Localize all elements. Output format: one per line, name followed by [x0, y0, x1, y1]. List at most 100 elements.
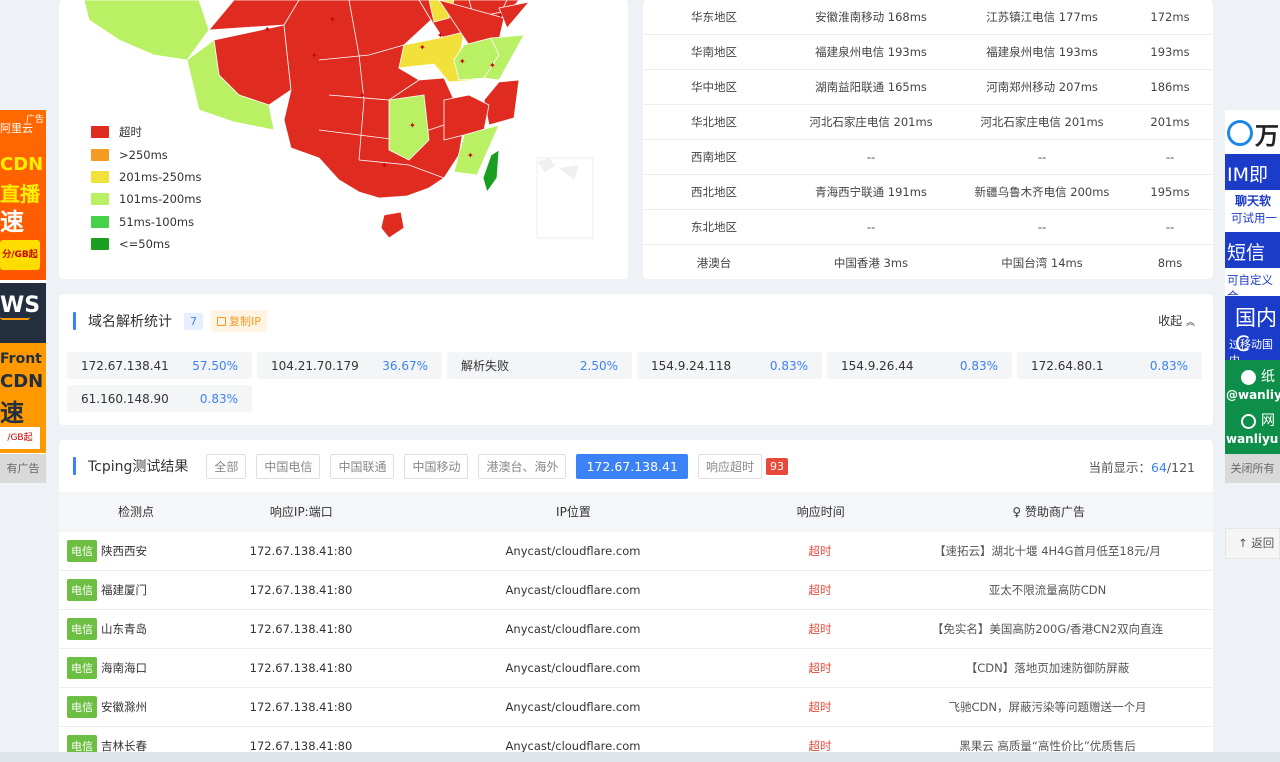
region-name: 华中地区: [691, 80, 737, 94]
legend-label: >250ms: [119, 147, 168, 162]
ip-port-cell: 172.67.138.41:80: [249, 622, 353, 636]
dns-ip: 104.21.70.179: [271, 358, 359, 373]
cdn-ad[interactable]: 国内C 过移动国内: [1225, 296, 1280, 360]
copy-icon: [217, 316, 226, 326]
response-time-cell: 超时: [808, 544, 832, 558]
chevron-up-icon: ︽: [1185, 318, 1195, 328]
dns-entry[interactable]: 解析失败 2.50%: [447, 352, 632, 379]
region-row: 港澳台 中国香港 3ms 中国台湾 14ms 8ms: [643, 245, 1213, 279]
ad-line1: CDN: [0, 154, 44, 175]
right-side-ad[interactable]: 万 IM即时 聊天软 可试用一 短信验 可自定义合 国内C 过移动国内 纸 @w…: [1225, 110, 1280, 483]
region-slowest: --: [1037, 150, 1047, 164]
region-row: 华北地区 河北石家庄电信 201ms 河北石家庄电信 201ms 201ms: [643, 105, 1213, 140]
region-average: 193ms: [1150, 45, 1190, 59]
left-side-ad[interactable]: 广告 阿里云 CDN 直播 速 分/GB起 WS Front CDN 速 /GB…: [0, 110, 46, 483]
checkpoint-cell: 电信 安徽滁州: [59, 696, 214, 718]
copy-ip-button[interactable]: 复制IP: [211, 310, 267, 332]
sponsor-ad-link[interactable]: 【CDN】落地页加速防御防屏蔽: [882, 660, 1213, 676]
header-sponsor: ♀ 赞助商广告: [884, 492, 1213, 532]
copy-ip-label: 复制IP: [229, 315, 261, 328]
globe-icon: [1241, 414, 1256, 429]
dns-percent: 57.50%: [192, 358, 238, 373]
dns-entry[interactable]: 154.9.24.118 0.83%: [637, 352, 822, 379]
web-handle: wanliyu: [1226, 432, 1279, 446]
ad-price: 分/GB起: [0, 240, 40, 270]
shown-count: 当前显示：64/121: [1089, 457, 1196, 476]
sponsor-ad-link[interactable]: 【免实名】美国高防200G/香港CN2双向直连: [882, 621, 1213, 637]
legend-item: >250ms: [91, 143, 201, 165]
legend-item: 51ms-100ms: [91, 211, 201, 233]
collapse-label: 收起: [1158, 314, 1183, 328]
dns-percent: 0.83%: [1149, 358, 1188, 373]
table-row: 电信 安徽滁州 172.67.138.41:80 Anycast/cloudfla…: [59, 688, 1213, 727]
checkpoint-location: 陕西西安: [101, 544, 147, 558]
sms-ad[interactable]: 短信验 可自定义合: [1225, 232, 1280, 296]
region-zhejiang: [483, 79, 520, 126]
legend-swatch: [91, 126, 109, 139]
header-ip-port: 响应IP:端口: [214, 492, 388, 532]
table-row: 电信 山东青岛 172.67.138.41:80 Anycast/cloudfla…: [59, 610, 1213, 649]
checkpoint-cell: 电信 陕西西安: [59, 540, 214, 562]
checkpoint-cell: 电信 山东青岛: [59, 618, 214, 640]
region-row: 东北地区 -- -- --: [643, 210, 1213, 245]
collapse-button[interactable]: 收起 ︽: [1158, 312, 1195, 329]
region-name: 西南地区: [691, 150, 737, 164]
region-slowest: 中国台湾 14ms: [1001, 255, 1083, 270]
filter-button[interactable]: 港澳台、海外: [478, 453, 567, 479]
region-average: 172ms: [1150, 10, 1190, 24]
dns-entry[interactable]: 61.160.148.90 0.83%: [67, 385, 252, 412]
ip-port-cell: 172.67.138.41:80: [249, 739, 353, 753]
back-to-top-button[interactable]: ↑ 返回: [1225, 528, 1280, 559]
dns-entry[interactable]: 154.9.26.44 0.83%: [827, 352, 1012, 379]
bottom-scrollbar[interactable]: [0, 752, 1280, 762]
filter-button[interactable]: 中国联通: [330, 453, 395, 479]
cdn-line2: 过移动国内: [1229, 338, 1273, 360]
dns-ip: 解析失败: [461, 359, 510, 373]
contact-ad[interactable]: 纸 @wanliyu 网 wanliyu: [1225, 360, 1280, 454]
region-average: --: [1165, 220, 1175, 234]
sponsor-ad-link[interactable]: 【速拓云】湖北十堰 4H4G首月低至18元/月: [882, 543, 1213, 559]
tg-handle: @wanliyu: [1226, 388, 1280, 402]
filter-timeout[interactable]: 响应超时: [697, 453, 762, 479]
table-row: 电信 福建厦门 172.67.138.41:80 Anycast/cloudfla…: [59, 571, 1213, 610]
dns-ip-grid: 172.67.138.41 57.50% 104.21.70.179 36.67% 解析…: [67, 352, 1209, 412]
shown-total: /121: [1166, 460, 1195, 475]
svg-text:✦: ✦: [264, 25, 271, 34]
region-average: --: [1165, 150, 1175, 164]
header-sponsor-label: 赞助商广告: [1024, 505, 1085, 519]
region-fastest: 中国香港 3ms: [833, 255, 909, 270]
svg-text:✦: ✦: [459, 57, 466, 66]
close-ads-button[interactable]: 有广告: [0, 454, 46, 483]
sponsor-ad-link[interactable]: 亚太不限流量高防CDN: [882, 582, 1213, 598]
svg-text:✦: ✦: [437, 31, 444, 40]
im-ad[interactable]: IM即时 聊天软 可试用一: [1225, 154, 1280, 232]
region-row: 华南地区 福建泉州电信 193ms 福建泉州电信 193ms 193ms: [643, 35, 1213, 70]
filter-button[interactable]: 中国移动: [404, 453, 469, 479]
region-slowest: 河南郑州移动 207ms: [986, 80, 1098, 94]
legend-item: 201ms-250ms: [91, 166, 201, 188]
dns-entry[interactable]: 172.67.138.41 57.50%: [67, 352, 252, 379]
region-row: 西南地区 -- -- --: [643, 140, 1213, 175]
legend-label: 超时: [119, 125, 142, 140]
filter-button[interactable]: 全部: [206, 453, 247, 479]
isp-tag: 电信: [67, 696, 97, 718]
legend-swatch: [91, 193, 109, 206]
ip-port-cell: 172.67.138.41:80: [249, 544, 353, 558]
aliyun-ad[interactable]: 广告 阿里云 CDN 直播 速 分/GB起: [0, 110, 46, 280]
legend-swatch: [91, 148, 109, 161]
dns-ip: 61.160.148.90: [81, 391, 169, 406]
filter-button[interactable]: 中国电信: [256, 453, 321, 479]
aws-ad[interactable]: WS Front CDN 速 /GB起: [0, 283, 46, 453]
dns-entry[interactable]: 172.64.80.1 0.83%: [1017, 352, 1202, 379]
tcping-header: Tcping测试结果 全部 中国电信 中国联通 中国移动 港澳台、海外 172.67.1…: [73, 453, 788, 479]
filter-group: 全部 中国电信 中国联通 中国移动 港澳台、海外: [206, 453, 576, 479]
filter-active-ip[interactable]: 172.67.138.41: [576, 453, 688, 479]
dns-entry[interactable]: 104.21.70.179 36.67%: [257, 352, 442, 379]
dns-ip: 172.67.138.41: [81, 358, 169, 373]
legend-swatch: [91, 170, 109, 183]
response-time-cell: 超时: [808, 583, 832, 597]
sponsor-ad-link[interactable]: 飞驰CDN，屏蔽污染等问题赠送一个月: [882, 699, 1213, 715]
wanli-logo-icon: [1227, 120, 1253, 146]
close-all-ads-button[interactable]: 关闭所有: [1225, 454, 1280, 483]
arrow-up-icon: ↑: [1238, 536, 1248, 550]
